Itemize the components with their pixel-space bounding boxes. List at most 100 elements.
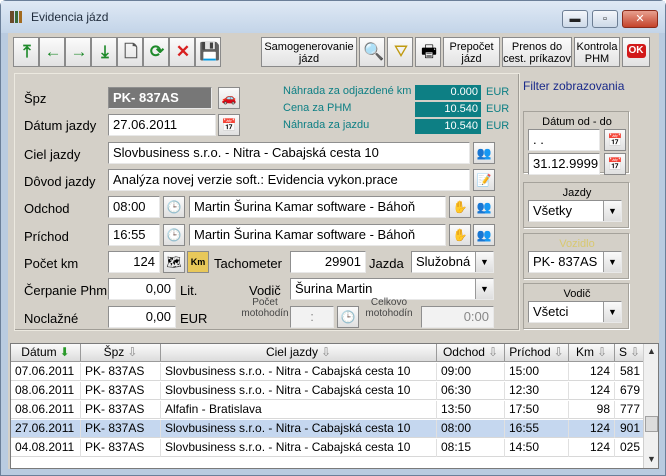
column-header-label: Km [575, 345, 594, 359]
tachometer-label: Tachometer [214, 256, 282, 271]
vodic-filter-value: Všetci [533, 304, 569, 319]
scroll-up-icon[interactable]: ▲ [644, 344, 658, 359]
table-row[interactable]: 27.06.2011 PK- 837AS Slovbusiness s.r.o. -… [11, 420, 645, 438]
jazda-value: Služobná [416, 254, 471, 269]
prenos-button[interactable]: Prenos do cest. príkazov [502, 37, 572, 67]
column-header[interactable]: Špz ⇩ [81, 344, 161, 362]
pocet-km-field[interactable]: 124 [108, 251, 160, 273]
prev-record-button[interactable]: ← [39, 37, 65, 67]
ciel-contacts-button[interactable]: 👥 [473, 142, 495, 164]
next-record-button[interactable]: → [65, 37, 91, 67]
minimize-button[interactable]: ▬ [562, 10, 588, 28]
column-header-label: Špz [103, 345, 125, 359]
nahrada-jazda-value: 10.540 [415, 119, 481, 134]
delete-button[interactable]: ✕ [169, 37, 195, 67]
noclazne-currency: EUR [180, 311, 208, 326]
spz-field[interactable]: PK- 837AS [108, 87, 212, 109]
search-button[interactable]: 🔍 [359, 37, 385, 67]
prichod-label: Príchod [24, 229, 69, 244]
refresh-button[interactable]: ⟳ [143, 37, 169, 67]
vozidlo-filter-select[interactable]: PK- 837AS ▼ [528, 251, 622, 273]
celkovo-motohodin-field[interactable]: 0:00 [421, 306, 494, 328]
kontrola-phm-button[interactable]: Kontrola PHM [574, 37, 620, 67]
odchod-place-field[interactable]: Martin Šurina Kamar software - Báhoň [189, 196, 446, 218]
samogenerovanie-button[interactable]: Samogenerovanie jázd [261, 37, 357, 67]
date-from-calendar-button[interactable]: 📅 [604, 129, 626, 151]
chevron-down-icon[interactable]: ▼ [603, 201, 621, 221]
prepocet-button[interactable]: Prepočet jázd [443, 37, 500, 67]
chevron-down-icon[interactable]: ▼ [603, 302, 621, 322]
table-cell: 27.06.2011 [11, 420, 81, 438]
tachometer-field[interactable]: 29901 [290, 251, 366, 273]
odchod-time-field[interactable]: 08:00 [108, 196, 160, 218]
sort-icon: ⇩ [487, 345, 499, 359]
prichod-clock-button[interactable]: 🕒 [163, 224, 185, 246]
date-to-field[interactable]: 31.12.9999 [528, 153, 600, 175]
odchod-hand-button[interactable]: ✋ [449, 196, 471, 218]
cena-phm-currency: EUR [486, 103, 510, 115]
date-from-field[interactable]: . . [528, 129, 600, 151]
table-row[interactable]: 08.06.2011 PK- 837AS Alfafin - Bratislava 1… [11, 401, 645, 419]
title-bar[interactable]: Evidencia jázd ▬ ▫ ✕ [1, 1, 665, 33]
motohodiny-clock-button[interactable]: 🕒 [337, 306, 359, 328]
column-header[interactable]: Odchod ⇩ [437, 344, 505, 362]
chevron-down-icon[interactable]: ▼ [603, 252, 621, 272]
dovod-edit-button[interactable]: 📝 [473, 169, 495, 191]
table-row[interactable]: 08.06.2011 PK- 837AS Slovbusiness s.r.o. -… [11, 382, 645, 400]
table-cell: 16:55 [505, 420, 569, 438]
maximize-button[interactable]: ▫ [592, 10, 618, 28]
datum-calendar-button[interactable]: 📅 [218, 114, 240, 136]
ciel-field[interactable]: Slovbusiness s.r.o. - Nitra - Cabajská c… [108, 142, 470, 164]
last-record-button[interactable]: ⤓ [91, 37, 117, 67]
chevron-down-icon[interactable]: ▼ [475, 279, 493, 299]
date-to-calendar-button[interactable]: 📅 [604, 153, 626, 175]
new-document-button[interactable]: 🗋 [117, 37, 143, 67]
nahrada-od-currency: EUR [486, 86, 510, 98]
km-button[interactable]: Km [187, 251, 209, 273]
odchod-clock-button[interactable]: 🕒 [163, 196, 185, 218]
km-map-button[interactable]: 🗺 [163, 251, 185, 273]
vozidlo-filter-value: PK- 837AS [533, 254, 598, 269]
prichod-place-field[interactable]: Martin Šurina Kamar software - Báhoň [189, 224, 446, 246]
clock-icon: 🕒 [166, 200, 182, 214]
window-title: Evidencia jázd [31, 10, 109, 24]
cerpanie-field[interactable]: 0,00 [108, 278, 176, 300]
dovod-field[interactable]: Analýza novej verzie soft.: Evidencia vy… [108, 169, 470, 191]
first-record-button[interactable]: ⤒ [13, 37, 39, 67]
app-icon [10, 11, 22, 23]
print-icon: 🖶 [420, 42, 438, 61]
prichod-hand-button[interactable]: ✋ [449, 224, 471, 246]
table-cell: 15:00 [505, 363, 569, 381]
close-button[interactable]: ✕ [622, 10, 658, 28]
datum-field[interactable]: 27.06.2011 [108, 114, 216, 136]
jazdy-filter-select[interactable]: Všetky ▼ [528, 200, 622, 222]
motohodiny-field[interactable]: : [290, 306, 334, 328]
people-icon: 👥 [476, 228, 492, 242]
save-button[interactable]: 💾 [195, 37, 221, 67]
print-button[interactable]: 🖶 [415, 37, 441, 67]
table-row[interactable]: 07.06.2011 PK- 837AS Slovbusiness s.r.o. -… [11, 363, 645, 381]
new-document-icon: 🗋 [124, 42, 138, 61]
vodic-filter-select[interactable]: Všetci ▼ [528, 301, 622, 323]
table-row[interactable]: 04.08.2011 PK- 837AS Slovbusiness s.r.o. -… [11, 439, 645, 457]
ok-button[interactable]: OK [622, 37, 650, 67]
vertical-scrollbar[interactable]: ▲ ▼ [643, 344, 658, 468]
car-select-button[interactable]: 🚗 [218, 87, 240, 109]
filter-clear-button[interactable]: ⛛ [387, 37, 413, 67]
column-header[interactable]: Príchod ⇩ [505, 344, 569, 362]
prichod-contacts-button[interactable]: 👥 [473, 224, 495, 246]
sort-icon: ⇩ [629, 345, 641, 359]
odchod-contacts-button[interactable]: 👥 [473, 196, 495, 218]
column-header-label: Ciel jazdy [265, 345, 318, 359]
prichod-time-field[interactable]: 16:55 [108, 224, 160, 246]
noclazne-field[interactable]: 0,00 [108, 306, 176, 328]
column-header[interactable]: Dátum ⬇ [11, 344, 81, 362]
scroll-down-icon[interactable]: ▼ [644, 452, 658, 467]
column-header[interactable]: S ⇩ [615, 344, 645, 362]
jazda-select[interactable]: Služobná ▼ [411, 251, 494, 273]
column-header[interactable]: Ciel jazdy ⇩ [161, 344, 437, 362]
column-header[interactable]: Km ⇩ [569, 344, 615, 362]
chevron-down-icon[interactable]: ▼ [475, 252, 493, 272]
calendar-icon: 📅 [607, 133, 623, 147]
scroll-thumb[interactable] [645, 416, 658, 432]
